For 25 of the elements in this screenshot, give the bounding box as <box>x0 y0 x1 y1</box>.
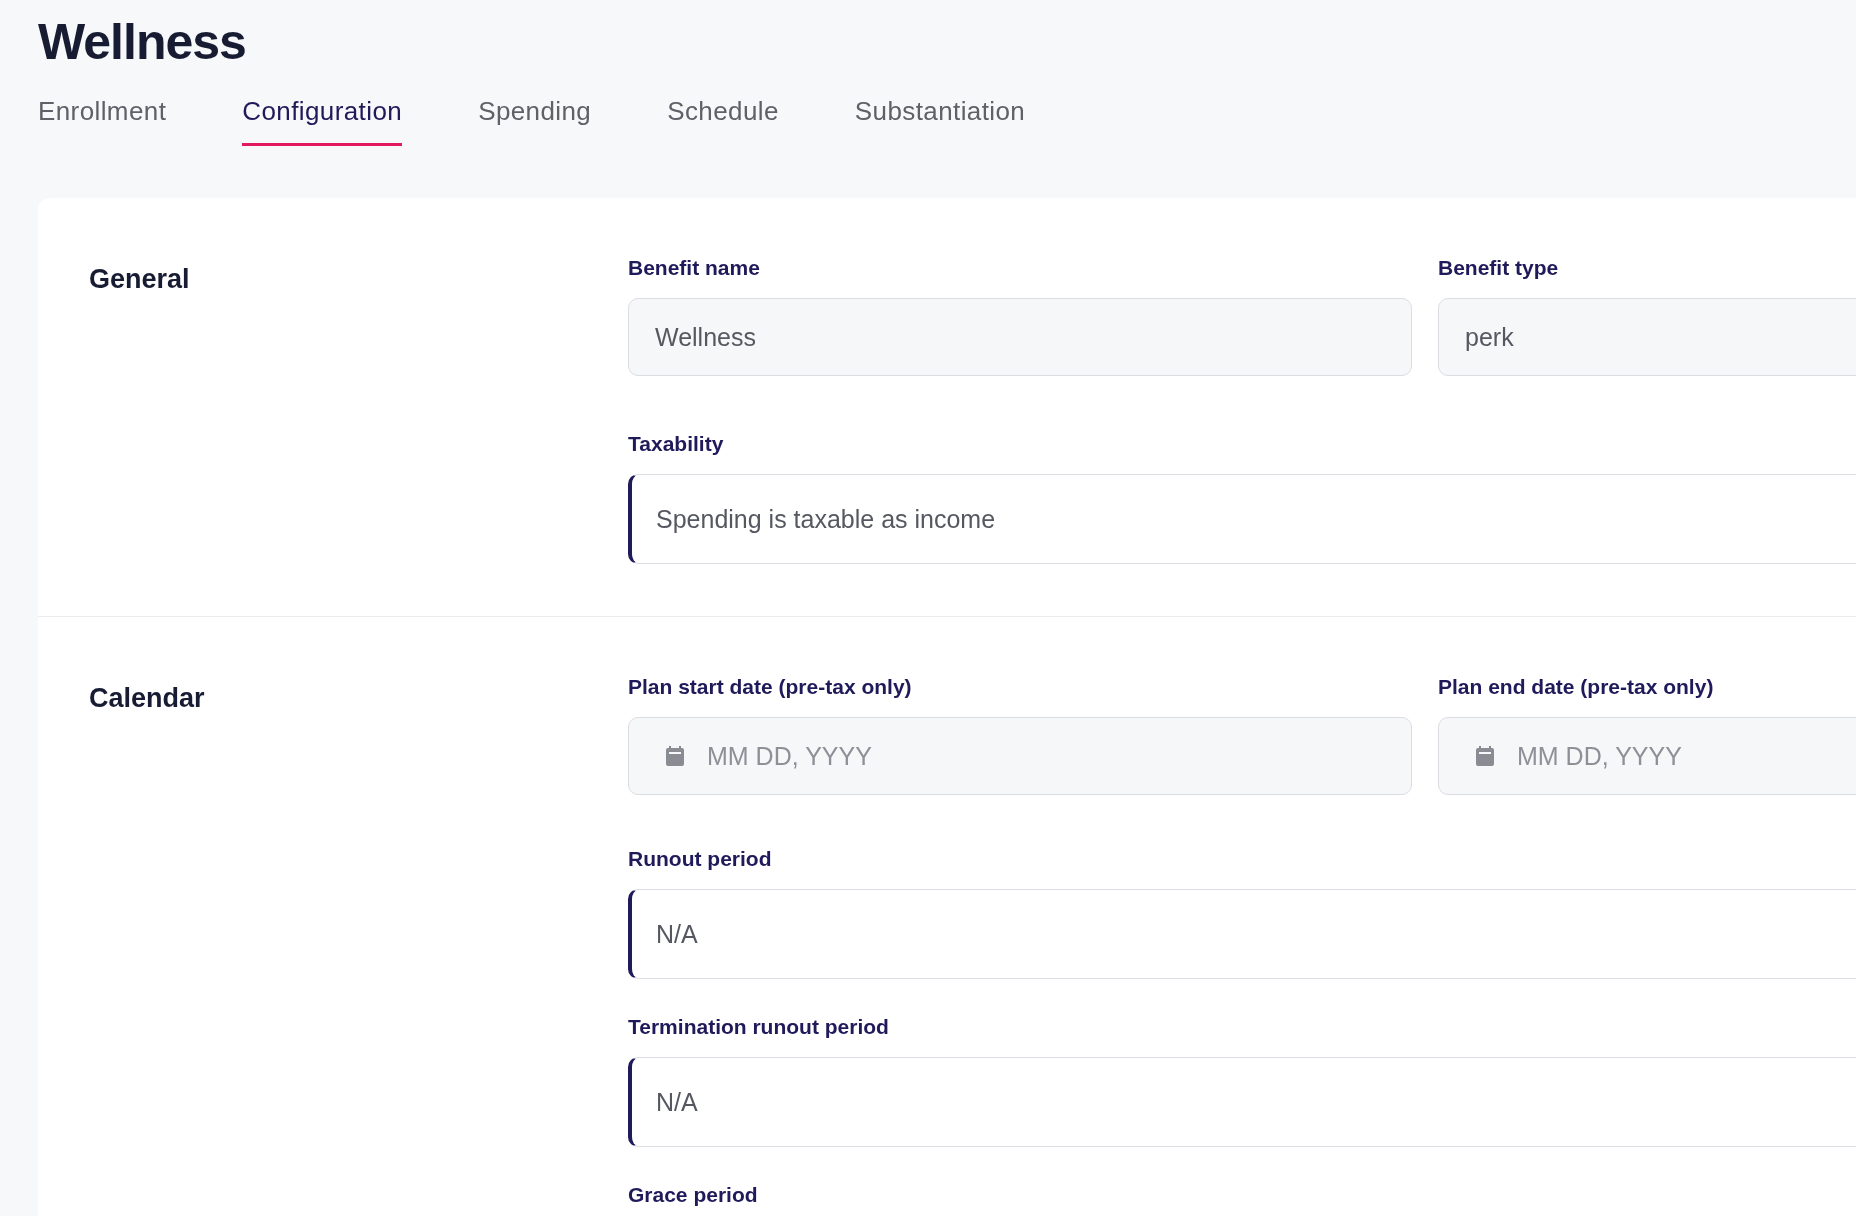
field-label: Runout period <box>628 847 773 871</box>
section-title: General <box>89 263 191 296</box>
field-label: Termination runout period <box>628 1015 890 1039</box>
select-field[interactable]: N/A <box>628 889 1856 979</box>
select-field[interactable]: N/A <box>628 1057 1856 1147</box>
tab[interactable]: Enrollment <box>38 96 167 146</box>
field-label: Benefit type <box>1438 256 1560 280</box>
tab[interactable]: Substantiation <box>854 96 1026 146</box>
calendar-icon <box>1473 744 1497 768</box>
section-title: Calendar <box>89 682 206 715</box>
field-label: Grace period <box>628 1183 759 1207</box>
field-label: Taxability <box>628 432 725 456</box>
text-field[interactable]: perk <box>1438 298 1856 376</box>
select-field[interactable]: Spending is taxable as income <box>628 474 1856 564</box>
tab[interactable]: Schedule <box>667 96 779 146</box>
date-placeholder: MM DD, YYYY <box>1517 741 1682 771</box>
calendar-icon <box>663 744 687 768</box>
page-title: Wellness <box>38 13 247 70</box>
tab[interactable]: Configuration <box>242 96 403 146</box>
text-field[interactable]: Wellness <box>628 298 1412 376</box>
field-label: Plan start date (pre-tax only) <box>628 675 913 699</box>
tab[interactable]: Spending <box>478 96 592 146</box>
field-label: Benefit name <box>628 256 761 280</box>
field-label: Plan end date (pre-tax only) <box>1438 675 1715 699</box>
date-placeholder: MM DD, YYYY <box>707 741 872 771</box>
